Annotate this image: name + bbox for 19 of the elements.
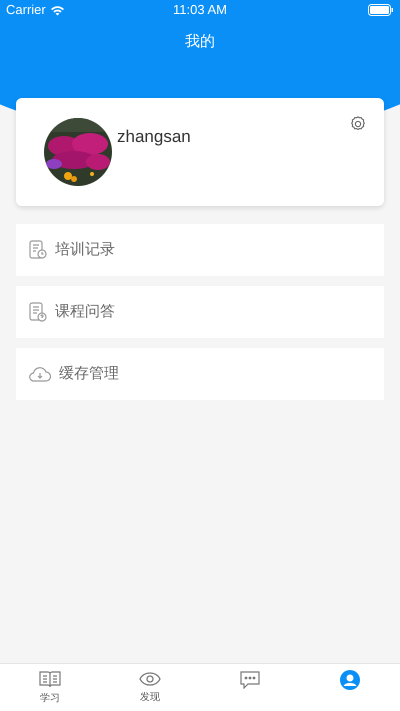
tab-item[interactable]: 发现 xyxy=(100,664,200,711)
username: zhangsan xyxy=(117,126,191,148)
tab-item[interactable]: 学习 xyxy=(0,664,100,711)
chat-icon xyxy=(239,670,261,688)
book-icon xyxy=(39,670,61,688)
person-icon xyxy=(340,670,360,690)
wifi-icon xyxy=(50,4,65,16)
eye-icon xyxy=(139,670,161,686)
menu-item[interactable]: 培训记录 xyxy=(16,224,384,276)
menu-item[interactable]: 课程问答 xyxy=(16,286,384,338)
document-question-icon xyxy=(29,302,47,322)
battery-icon xyxy=(368,4,394,16)
carrier-label: Carrier xyxy=(6,1,46,20)
document-clock-icon xyxy=(29,240,47,260)
status-time: 11:03 AM xyxy=(173,1,227,20)
page-title: 我的 xyxy=(185,32,215,52)
menu-item[interactable]: 缓存管理 xyxy=(16,348,384,400)
settings-icon[interactable] xyxy=(349,115,367,133)
cloud-download-icon xyxy=(29,365,51,383)
